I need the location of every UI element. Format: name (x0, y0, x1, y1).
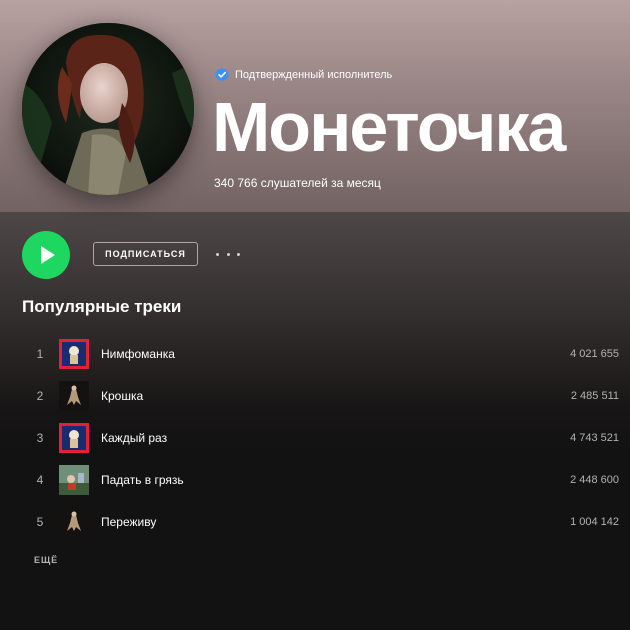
track-row[interactable]: 3 Каждый раз 4 743 521 (0, 417, 630, 459)
track-title: Каждый раз (101, 431, 168, 445)
track-row[interactable]: 5 Переживу 1 004 142 (0, 501, 630, 543)
verified-label: Подтвержденный исполнитель (235, 69, 393, 81)
track-plays: 2 485 511 (570, 390, 619, 402)
verified-badge: Подтвержденный исполнитель (214, 67, 392, 83)
track-number: 5 (36, 515, 44, 529)
track-row[interactable]: 2 Крошка 2 485 511 (0, 375, 630, 417)
track-plays: 4 743 521 (570, 432, 619, 444)
track-number: 2 (36, 389, 44, 403)
track-plays: 2 448 600 (570, 474, 619, 486)
track-number: 1 (36, 347, 44, 361)
artist-avatar (22, 23, 194, 195)
follow-button[interactable]: ПОДПИСАТЬСЯ (93, 242, 198, 266)
track-row[interactable]: 1 Нимфоманка 4 021 655 (0, 333, 630, 375)
track-title: Переживу (101, 515, 157, 529)
track-title: Крошка (101, 389, 144, 403)
track-title: Нимфоманка (101, 347, 175, 361)
more-options-icon (216, 252, 219, 256)
track-title: Падать в грязь (101, 473, 184, 487)
track-cover (59, 423, 89, 453)
play-button[interactable] (22, 231, 70, 279)
see-more-button[interactable]: ЕЩЁ (34, 555, 58, 565)
track-row[interactable]: 4 Падать в грязь 2 448 600 (0, 459, 630, 501)
track-plays: 1 004 142 (570, 516, 619, 528)
monthly-listeners: 340 766 слушателей за месяц (214, 176, 381, 190)
more-options-button[interactable] (216, 244, 240, 264)
play-icon (41, 246, 55, 264)
track-number: 4 (36, 473, 44, 487)
verified-check-icon (214, 67, 230, 83)
popular-tracks-title: Популярные треки (22, 297, 182, 316)
track-plays: 4 021 655 (570, 348, 619, 360)
popular-tracks-list: 1 Нимфоманка 4 021 655 2 Крошка 2 485 51… (0, 333, 630, 543)
track-cover (59, 339, 89, 369)
artist-name: Монеточка (212, 88, 566, 166)
track-number: 3 (36, 431, 44, 445)
artist-photo (22, 23, 194, 195)
track-cover (59, 507, 89, 537)
track-cover (59, 465, 89, 495)
track-cover (59, 381, 89, 411)
